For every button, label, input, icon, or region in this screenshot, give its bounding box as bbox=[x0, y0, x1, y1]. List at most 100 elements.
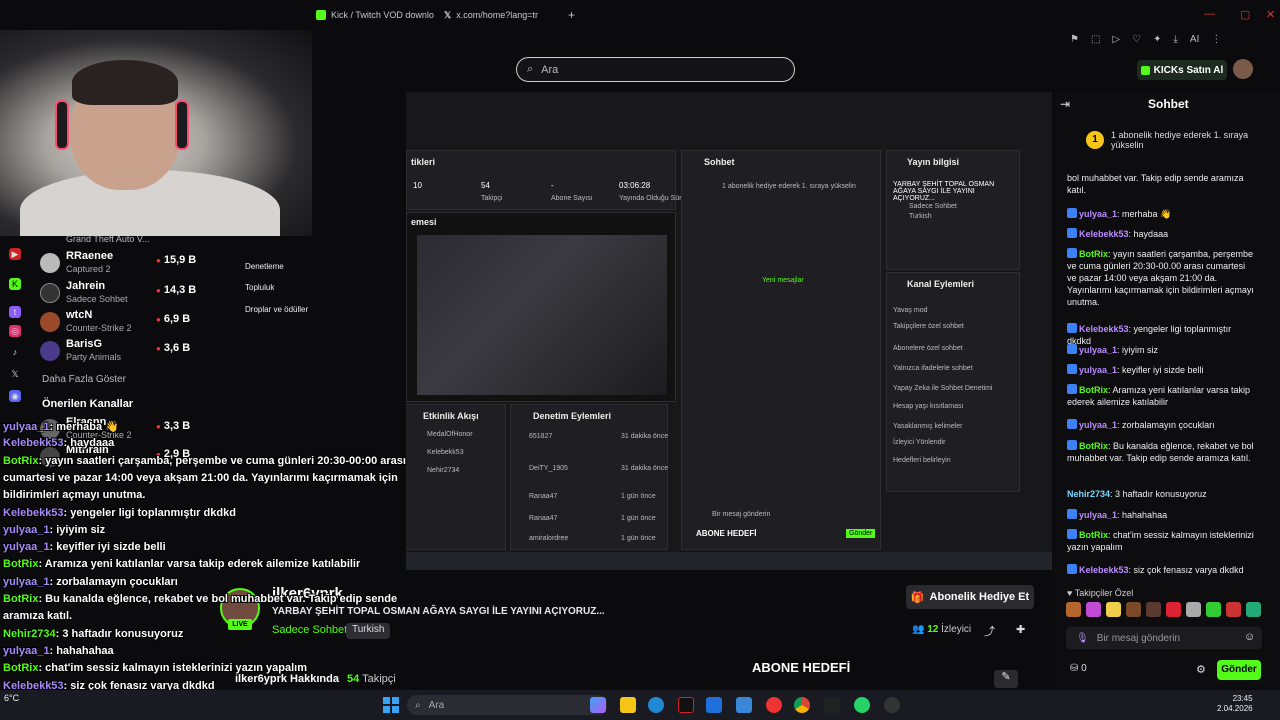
chat-username[interactable]: yulyaa_1 bbox=[1079, 365, 1117, 375]
chat-username[interactable]: BotRix bbox=[1079, 249, 1108, 259]
chat-text: : chat'im sessiz kalmayın isteklerinizi … bbox=[38, 662, 308, 675]
x-icon[interactable]: 𝕏 bbox=[9, 368, 21, 380]
avatar[interactable] bbox=[1233, 59, 1253, 79]
follow-icon[interactable]: ✚ bbox=[1016, 623, 1025, 636]
app-icon[interactable] bbox=[884, 697, 900, 713]
points-value: 0 bbox=[1081, 663, 1087, 674]
user-badge-icon bbox=[1067, 564, 1077, 574]
channel-item[interactable]: BarisG Party Animals 3,6 B bbox=[40, 338, 200, 366]
channel-action-item: Yalnızca ifadelerle sohbet bbox=[893, 365, 973, 372]
close-icon[interactable]: ✕ bbox=[1266, 8, 1275, 21]
tab-kick-vod[interactable]: Kick / Twitch VOD downlo bbox=[316, 6, 434, 24]
weather-widget[interactable]: 6°C bbox=[4, 693, 19, 703]
emote[interactable] bbox=[1146, 602, 1161, 617]
moderation-time: 1 gün önce bbox=[621, 493, 656, 500]
obs-icon[interactable] bbox=[678, 697, 694, 713]
screenshot-icon[interactable]: ⬚ bbox=[1091, 34, 1100, 45]
app-icon[interactable] bbox=[824, 697, 840, 713]
chat-username[interactable]: Kelebekk53 bbox=[1079, 324, 1129, 334]
emote[interactable] bbox=[1106, 602, 1121, 617]
discord-icon[interactable]: ◉ bbox=[9, 390, 21, 402]
stream-video[interactable]: tikleri 10 54 - 03:06:28 Takipçi Abone S… bbox=[406, 92, 1052, 570]
taskbar-search[interactable]: ⌕ Ara bbox=[407, 695, 607, 715]
channel-action-item: Hesap yaşı kısıtlaması bbox=[893, 403, 964, 410]
whatsapp-icon[interactable] bbox=[854, 697, 870, 713]
chat-username[interactable]: Nehir2734 bbox=[1067, 489, 1110, 499]
channel-item[interactable]: wtcN Counter-Strike 2 6,9 B bbox=[40, 309, 200, 337]
mail-icon[interactable] bbox=[736, 697, 752, 713]
chat-username[interactable]: yulyaa_1 bbox=[1079, 510, 1117, 520]
copilot-icon[interactable] bbox=[590, 697, 606, 713]
twitch-icon[interactable]: t bbox=[9, 306, 21, 318]
emote[interactable] bbox=[1066, 602, 1081, 617]
edit-icon[interactable]: ✎ bbox=[994, 670, 1018, 688]
gift-subscription-button[interactable]: 🎁 Abonelik Hediye Et bbox=[906, 585, 1034, 609]
maximize-icon[interactable]: ▢ bbox=[1240, 8, 1250, 21]
tab-x-home[interactable]: 𝕏 x.com/home?lang=tr bbox=[444, 6, 538, 24]
chat-username: yulyaa_1 bbox=[3, 644, 50, 657]
chat-username[interactable]: BotRix bbox=[1079, 385, 1108, 395]
chat-message: BotRix: Bu kanalda eğlence, rekabet ve b… bbox=[1067, 440, 1257, 464]
instagram-icon[interactable]: ◎ bbox=[9, 325, 21, 337]
chat-username[interactable]: yulyaa_1 bbox=[1079, 209, 1117, 219]
menu-icon[interactable]: ⋮ bbox=[1211, 34, 1221, 45]
bookmark-icon[interactable]: ⚑ bbox=[1070, 34, 1079, 45]
opera-icon[interactable] bbox=[766, 697, 782, 713]
minimize-icon[interactable]: — bbox=[1204, 8, 1215, 20]
chat-username[interactable]: yulyaa_1 bbox=[1079, 420, 1117, 430]
store-icon[interactable] bbox=[706, 697, 722, 713]
chat-text: : zorbalamayın çocukları bbox=[49, 575, 178, 588]
chat-username[interactable]: Kelebekk53 bbox=[1079, 229, 1129, 239]
clock-time: 23:45 bbox=[1232, 694, 1253, 703]
chat-username[interactable]: Kelebekk53 bbox=[1079, 565, 1129, 575]
settings-icon[interactable]: ⚙ bbox=[1196, 663, 1206, 676]
windows-start-icon[interactable] bbox=[383, 697, 399, 713]
emote[interactable] bbox=[1186, 602, 1201, 617]
extensions-icon[interactable]: ✦ bbox=[1153, 34, 1161, 45]
emoji-icon[interactable]: ☺ bbox=[1244, 631, 1255, 643]
show-more-link[interactable]: Daha Fazla Göster bbox=[42, 374, 126, 385]
stats-title: tikleri bbox=[411, 157, 436, 167]
chat-username[interactable]: BotRix bbox=[1079, 530, 1108, 540]
pinned-message[interactable]: 1 abonelik hediye ederek 1. sıraya yükse… bbox=[1085, 130, 1265, 150]
channel-name: RRaenee bbox=[66, 250, 114, 262]
emote[interactable] bbox=[1226, 602, 1241, 617]
file-explorer-icon[interactable] bbox=[620, 697, 636, 713]
play-icon[interactable]: ▷ bbox=[1112, 34, 1120, 45]
search-input[interactable]: ⌕ Ara bbox=[516, 57, 795, 82]
tab-label: Kick / Twitch VOD downlo bbox=[331, 10, 434, 20]
chat-username[interactable]: yulyaa_1 bbox=[1079, 345, 1117, 355]
stat-value: 10 bbox=[413, 181, 422, 190]
chat-username[interactable]: BotRix bbox=[1079, 441, 1108, 451]
kick-icon[interactable]: K bbox=[9, 278, 21, 290]
chrome-icon[interactable] bbox=[794, 697, 810, 713]
emote[interactable] bbox=[1086, 602, 1101, 617]
collapse-chat-icon[interactable]: ⇥ bbox=[1060, 97, 1070, 111]
microphone-icon[interactable]: 🎙 bbox=[1076, 633, 1089, 644]
emote[interactable] bbox=[1166, 602, 1181, 617]
share-icon[interactable]: ⤴ bbox=[984, 623, 995, 639]
inner-sub-goal: ABONE HEDEFİ bbox=[696, 529, 757, 538]
chat-input[interactable]: 🎙 Bir mesaj gönderin bbox=[1066, 627, 1262, 649]
emote[interactable] bbox=[1246, 602, 1261, 617]
emote[interactable] bbox=[1206, 602, 1221, 617]
chat-input-placeholder: Bir mesaj gönderin bbox=[1096, 632, 1181, 644]
new-tab-button[interactable]: + bbox=[568, 6, 575, 24]
headset-icon bbox=[55, 100, 69, 150]
edge-icon[interactable] bbox=[648, 697, 664, 713]
channel-item[interactable]: RRaenee Captured 2 15,9 B bbox=[40, 250, 200, 278]
buy-kicks-button[interactable]: KICKs Satın Al bbox=[1137, 60, 1227, 80]
tiktok-icon[interactable]: ♪ bbox=[9, 346, 21, 358]
channel-item[interactable]: Jahrein Sadece Sohbet 14,3 B bbox=[40, 280, 200, 308]
system-clock[interactable]: 23:45 2.04.2026 bbox=[1217, 694, 1253, 714]
youtube-icon[interactable]: ▶ bbox=[9, 248, 21, 260]
send-button[interactable]: Gönder bbox=[1217, 660, 1261, 680]
ai-button[interactable]: AI bbox=[1190, 34, 1199, 45]
chat-text: : siz çok fenasız varya dkdkd bbox=[1128, 565, 1244, 575]
tab-label: x.com/home?lang=tr bbox=[456, 10, 539, 20]
moderation-title: Denetim Eylemleri bbox=[533, 411, 612, 421]
emote[interactable] bbox=[1126, 602, 1141, 617]
heart-icon[interactable]: ♡ bbox=[1132, 34, 1141, 45]
channel-points[interactable]: ⛁ 0 bbox=[1070, 663, 1087, 674]
download-icon[interactable]: ⤓ bbox=[1173, 34, 1177, 45]
